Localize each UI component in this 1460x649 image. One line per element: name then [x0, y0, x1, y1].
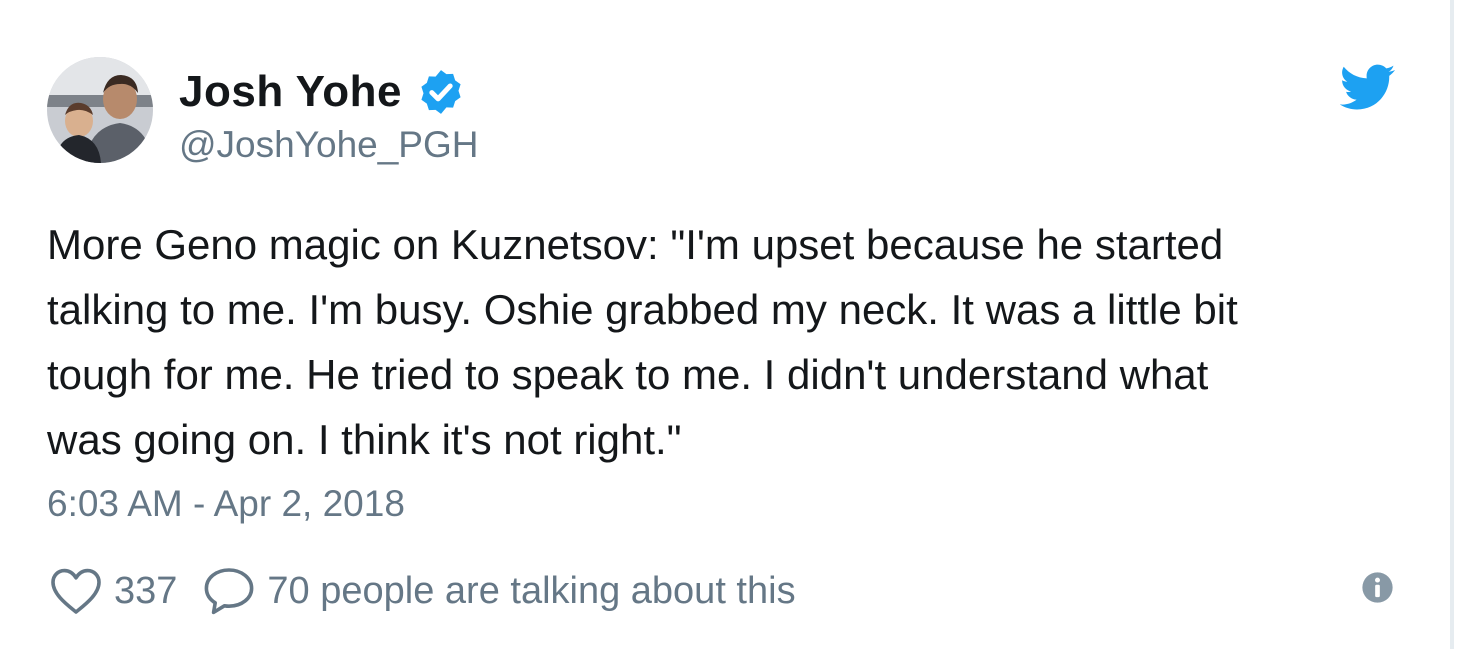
like-button[interactable]: 337	[50, 567, 177, 615]
info-icon[interactable]	[1361, 571, 1394, 604]
twitter-bird-icon[interactable]	[1340, 64, 1396, 112]
author-block: Josh Yohe @JoshYohe_PGH	[179, 64, 479, 166]
like-count: 337	[114, 569, 178, 612]
tweet-timestamp[interactable]: 6:03 AM - Apr 2, 2018	[47, 483, 405, 525]
user-handle[interactable]: @JoshYohe_PGH	[179, 124, 479, 166]
avatar-photo	[47, 57, 153, 163]
verified-badge-icon	[416, 67, 466, 117]
name-row: Josh Yohe	[179, 64, 479, 120]
heart-icon	[51, 568, 101, 614]
avatar[interactable]	[47, 57, 153, 163]
conversation-button[interactable]: 70 people are talking about this	[203, 566, 796, 616]
display-name[interactable]: Josh Yohe	[179, 67, 402, 117]
conversation-text: 70 people are talking about this	[267, 569, 796, 612]
speech-bubble-icon	[205, 568, 254, 615]
action-bar: 337 70 people are talking about this	[50, 564, 796, 618]
tweet-text: More Geno magic on Kuznetsov: "I'm upset…	[47, 221, 1238, 463]
tweet-card: Josh Yohe @JoshYohe_PGH More Geno magic …	[0, 0, 1454, 649]
